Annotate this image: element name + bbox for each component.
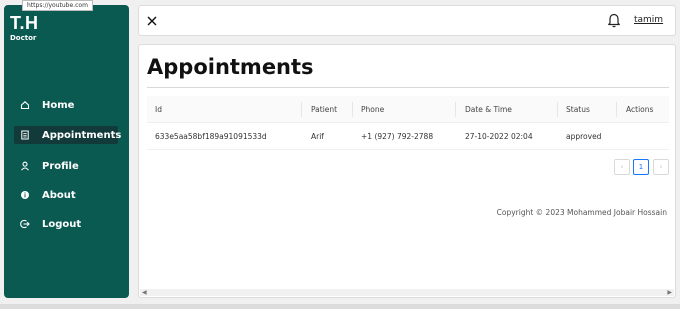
cell-date-time: 27-10-2022 02:04 bbox=[465, 132, 533, 141]
pagination-next-button[interactable]: › bbox=[653, 159, 669, 175]
close-icon[interactable] bbox=[147, 13, 159, 27]
scroll-left-icon[interactable]: ◀ bbox=[142, 289, 147, 296]
appointments-table: Id Patient Phone Date & Time Status Acti… bbox=[147, 96, 669, 150]
column-header-patient[interactable]: Patient bbox=[311, 96, 337, 123]
pagination-prev-button[interactable]: ‹ bbox=[614, 159, 630, 175]
column-header-actions: Actions bbox=[626, 105, 654, 114]
home-icon bbox=[20, 100, 30, 110]
column-separator bbox=[352, 102, 353, 117]
divider bbox=[147, 87, 669, 88]
sidebar-item-label: Profile bbox=[42, 160, 79, 172]
sidebar-item-profile[interactable]: Profile bbox=[14, 157, 118, 175]
column-header-phone[interactable]: Phone bbox=[361, 96, 384, 123]
username-link[interactable]: tamim bbox=[634, 15, 663, 25]
column-separator bbox=[557, 102, 558, 117]
sidebar-item-about[interactable]: About bbox=[14, 186, 118, 204]
column-separator bbox=[455, 102, 456, 117]
bell-icon[interactable] bbox=[607, 12, 621, 28]
cell-patient: Arif bbox=[311, 132, 324, 141]
app-root: T.H Doctor Home Appointments Profile Abo… bbox=[0, 0, 680, 309]
column-header-date-time[interactable]: Date & Time bbox=[465, 96, 512, 123]
sidebar-item-logout[interactable]: Logout bbox=[14, 215, 118, 233]
sidebar-item-label: Appointments bbox=[42, 129, 122, 141]
sidebar-item-home[interactable]: Home bbox=[14, 96, 118, 114]
pagination-page-1[interactable]: 1 bbox=[633, 159, 649, 175]
table-header: Id Patient Phone Date & Time Status Acti… bbox=[147, 96, 669, 123]
sidebar-item-appointments[interactable]: Appointments bbox=[14, 126, 122, 144]
cell-status: approved bbox=[566, 132, 602, 141]
column-separator bbox=[301, 102, 302, 117]
table-row[interactable]: 633e5aa58bf189a91091533d Arif +1 (927) 7… bbox=[147, 123, 669, 150]
main-content: Appointments Id Patient Phone Date & Tim… bbox=[138, 44, 676, 298]
link-status-tooltip: https://youtube.com bbox=[22, 0, 93, 11]
page-title: Appointments bbox=[147, 55, 314, 79]
sidebar-item-label: Logout bbox=[42, 218, 82, 230]
column-header-id[interactable]: Id bbox=[155, 96, 162, 123]
user-icon bbox=[20, 161, 30, 171]
app-logo: T.H bbox=[10, 13, 39, 33]
logout-icon bbox=[20, 219, 30, 229]
sidebar-item-label: About bbox=[42, 189, 76, 201]
cell-phone: +1 (927) 792-2788 bbox=[361, 132, 434, 141]
scroll-right-icon[interactable]: ▶ bbox=[667, 289, 672, 296]
column-separator bbox=[616, 102, 617, 117]
topbar: tamim bbox=[138, 5, 676, 36]
sidebar: T.H Doctor Home Appointments Profile Abo… bbox=[4, 5, 129, 298]
sidebar-item-label: Home bbox=[42, 99, 75, 111]
document-icon bbox=[20, 130, 30, 140]
cell-id: 633e5aa58bf189a91091533d bbox=[155, 132, 267, 141]
user-role: Doctor bbox=[10, 34, 37, 42]
copyright-footer: Copyright © 2023 Mohammed Jobair Hossain bbox=[496, 208, 667, 217]
window-bottom-edge bbox=[0, 304, 680, 309]
horizontal-scrollbar[interactable]: ◀ ▶ bbox=[140, 289, 674, 296]
column-header-status[interactable]: Status bbox=[566, 96, 590, 123]
info-icon bbox=[20, 190, 30, 200]
